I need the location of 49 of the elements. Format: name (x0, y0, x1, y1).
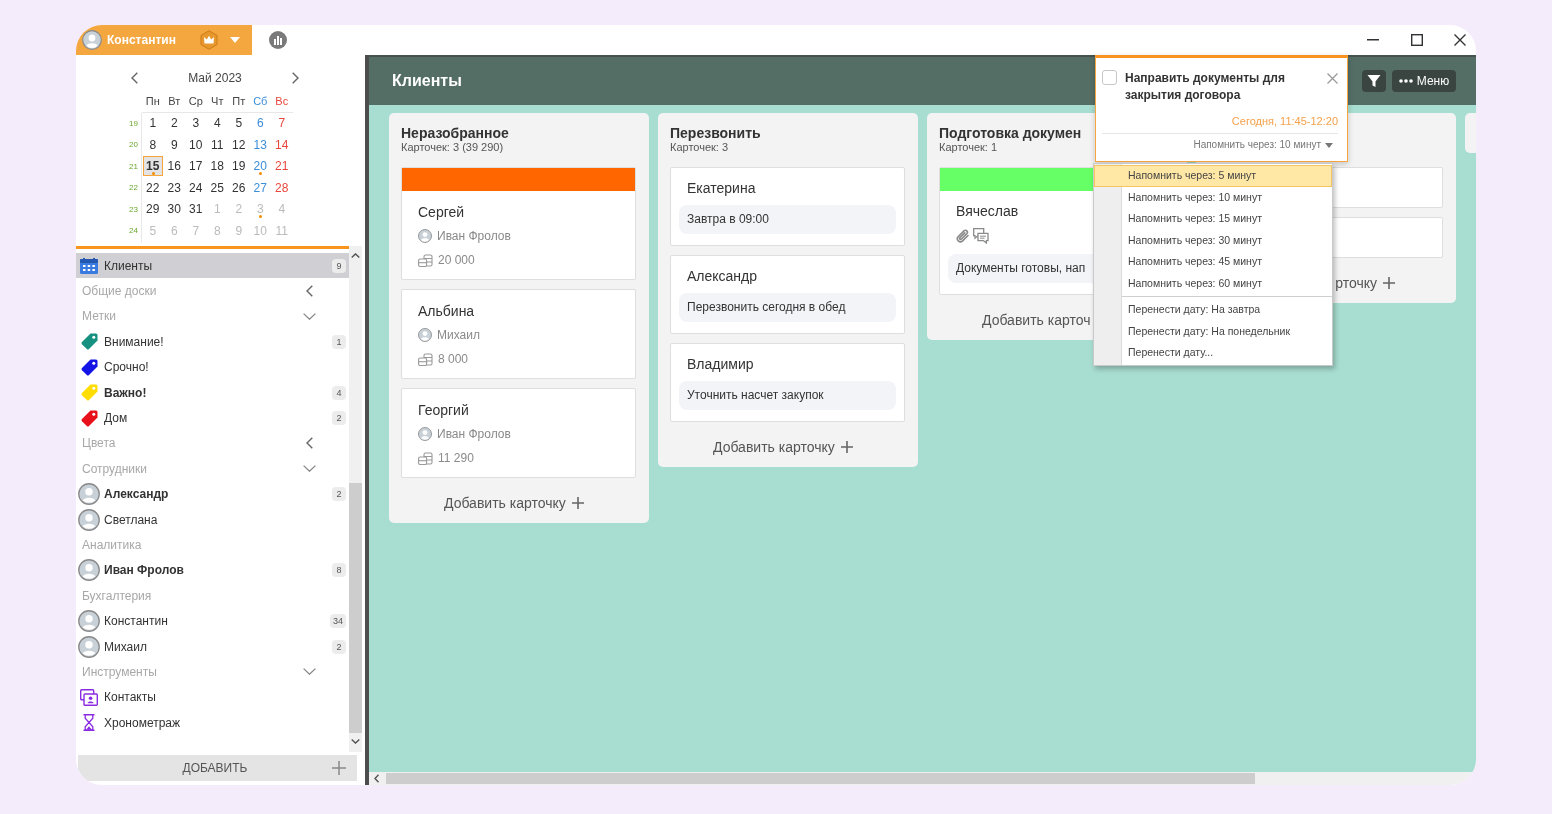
week-number: 20 (129, 140, 138, 150)
column-card-count: Карточек: 3 (670, 141, 729, 154)
item-count: 2 (332, 487, 346, 502)
item-count: 8 (332, 563, 346, 578)
month-title: Май 2023 (188, 71, 242, 85)
week-number: 23 (129, 204, 138, 214)
deal-amount: 8 000 (438, 352, 469, 366)
item-count: 2 (332, 639, 346, 654)
column-card-count: Карточек: 1 (939, 141, 998, 154)
deal-amount: 20 000 (438, 253, 475, 267)
group-label: Аналитика (82, 538, 142, 552)
assignee-name: Михаил (437, 328, 480, 342)
client-name: Альбина (418, 302, 475, 321)
client-name: Екатерина (687, 179, 756, 198)
column-title: Неразобранное (401, 125, 509, 141)
item-count: 34 (330, 614, 346, 629)
reminder-time: Сегодня, 11:45-12:20 (1231, 114, 1338, 128)
card-note: Завтра в 09:00 (679, 205, 896, 234)
client-name: Вячеслав (956, 202, 1019, 221)
item-count: 9 (332, 258, 346, 273)
column-title: Подготовка докумен (939, 125, 1082, 141)
client-name: Георгий (418, 401, 469, 420)
weekday-label: Чт (206, 91, 228, 113)
week-number: 21 (129, 161, 138, 171)
group-label: Бухгалтерия (82, 588, 152, 603)
week-number: 19 (129, 118, 138, 128)
column-card-count: Карточек: 3 (39 290) (401, 141, 504, 154)
item-count: 2 (332, 411, 346, 426)
weekday-label: Ср (185, 91, 207, 113)
week-number: 24 (129, 226, 138, 236)
card-note: Перезвонить сегодня в обед (679, 293, 896, 322)
column-title: Перезвонить (670, 125, 761, 141)
item-count: 1 (332, 334, 346, 349)
client-name: Владимир (687, 355, 754, 374)
reminder-title: Направить документы для закрытия договора (1125, 70, 1286, 104)
item-count: 4 (332, 385, 346, 400)
client-name: Сергей (418, 203, 465, 222)
card-note: Уточнить насчет закупок (679, 381, 896, 410)
weekday-label: Сб (249, 91, 271, 113)
board-title: Клиенты (392, 72, 462, 90)
weekday-label: Пт (228, 91, 250, 113)
client-name: Александр (687, 267, 758, 286)
assignee-name: Иван Фролов (437, 229, 511, 243)
assignee-name: Иван Фролов (437, 427, 511, 441)
weekday-label: Вт (163, 91, 185, 113)
weekday-label: Пн (142, 91, 164, 113)
deal-amount: 11 290 (438, 451, 474, 465)
week-number: 22 (129, 183, 138, 193)
weekday-label: Вс (271, 91, 293, 113)
